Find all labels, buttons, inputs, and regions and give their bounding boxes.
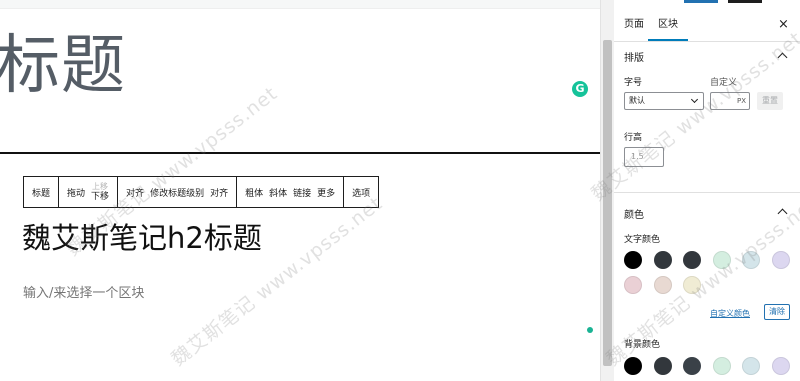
color-swatch[interactable] [624,276,642,294]
drag-handle[interactable]: 拖动 [64,186,88,199]
panel-divider [614,192,800,193]
sidebar-tabs: 页面 区块 [614,8,800,42]
tab-block[interactable]: 区块 [648,8,688,41]
tab-page[interactable]: 页面 [624,8,644,41]
close-icon[interactable]: × [778,8,789,41]
mover-buttons: 上移 下移 [88,181,112,203]
clear-button[interactable]: 清除 [764,304,790,320]
chevron-up-icon[interactable] [777,52,788,63]
italic-button[interactable]: 斜体 [266,186,290,199]
text-color-label: 文字颜色 [624,235,661,245]
color-swatch[interactable] [683,357,701,375]
more-button[interactable]: 更多 [314,186,338,199]
editor-canvas[interactable]: 标题 G 标题 拖动 上移 下移 对齐 修改标题级别 对齐 粗体 斜体 链接 更… [0,0,600,381]
grammarly-icon[interactable]: G [572,81,588,97]
color-swatch[interactable] [624,251,642,269]
toolbar-group-format: 粗体 斜体 链接 更多 [237,177,345,207]
color-swatch[interactable] [683,276,701,294]
align-button[interactable]: 对齐 [123,186,147,199]
font-size-select[interactable]: 默认 [624,92,704,110]
block-type-button[interactable]: 标题 [29,186,53,199]
font-size-label: 字号 [624,78,643,88]
color-swatch[interactable] [653,251,672,269]
custom-size-label: 自定义 [710,78,738,88]
block-appender[interactable]: 输入/来选择一个区块 [23,282,144,301]
toolbar-group-align: 对齐 修改标题级别 对齐 [118,177,238,207]
move-down-button[interactable]: 下移 [91,192,109,203]
typography-panel-title[interactable]: 排版 [624,49,644,64]
block-toolbar: 标题 拖动 上移 下移 对齐 修改标题级别 对齐 粗体 斜体 链接 更多 选项 [23,176,380,208]
bold-button[interactable]: 粗体 [242,186,266,199]
separator-block[interactable] [0,152,600,154]
color-swatch[interactable] [624,357,642,375]
color-swatch[interactable] [683,251,701,269]
custom-color-link[interactable]: 自定义颜色 [710,308,750,319]
color-swatch[interactable] [712,251,731,269]
background-color-label: 背景颜色 [624,340,661,350]
toolbar-group-move: 拖动 上移 下移 [59,177,119,207]
heading-level-button[interactable]: 修改标题级别 [147,186,207,199]
line-height-input[interactable]: 1.5 [624,147,664,167]
header-button-edge[interactable] [684,0,718,3]
chevron-down-icon [690,95,699,104]
line-height-label: 行高 [624,133,643,143]
color-swatch[interactable] [771,357,790,375]
post-title[interactable]: 标题 [0,26,126,106]
color-swatch[interactable] [653,357,672,375]
move-up-button[interactable]: 上移 [92,181,108,192]
color-swatch[interactable] [771,251,790,269]
settings-sidebar: 页面 区块 × 排版 字号 自定义 默认 PX 重置 行高 1.5 颜色 文字颜… [614,0,800,381]
heading-block[interactable]: 魏艾斯笔记h2标题 [22,218,262,258]
insertion-point-icon[interactable] [587,327,593,333]
toolbar-group-options: 选项 [344,177,378,207]
font-size-value: 默认 [629,96,645,105]
text-align-button[interactable]: 对齐 [207,186,231,199]
toolbar-group-block: 标题 [24,177,60,207]
editor-top-bar [0,0,600,9]
header-button-edge[interactable] [728,0,762,3]
color-swatch[interactable] [742,251,760,269]
reset-button[interactable]: 重置 [757,92,783,110]
options-button[interactable]: 选项 [349,186,373,199]
link-button[interactable]: 链接 [290,186,314,199]
chevron-up-icon[interactable] [777,208,788,219]
color-swatch[interactable] [712,357,731,375]
custom-size-input[interactable]: PX [710,92,750,110]
color-panel-title[interactable]: 颜色 [624,206,644,221]
color-swatch[interactable] [653,276,672,294]
editor-scrollbar-thumb[interactable] [603,40,612,366]
color-swatch[interactable] [742,357,760,375]
